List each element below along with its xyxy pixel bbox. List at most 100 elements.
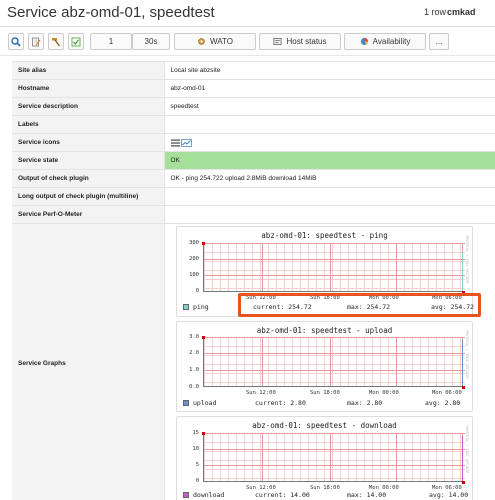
xtick-upload-mon06: Mon 06:00 — [432, 390, 462, 396]
xtick-upload-sun18: Sun 18:00 — [310, 390, 340, 396]
grid-line — [396, 433, 397, 481]
value-service-icons — [164, 133, 495, 152]
row-count: 1 row — [424, 7, 447, 17]
legend-swatch-upload — [183, 400, 189, 406]
graph-ping-title: abz-omd-01: speedtest - ping — [261, 231, 388, 240]
row-hostname: Hostname abz-omd-01 — [12, 79, 495, 98]
legend-max-download: max: 14.00 — [347, 491, 387, 499]
legend-current-download: current: 14.00 — [255, 491, 310, 499]
row-long-output: Long output of check plugin (multiline) — [12, 187, 495, 206]
ytick-download-0: 0 — [195, 478, 199, 484]
availability-button-label: Availability — [372, 37, 411, 46]
value-labels — [164, 115, 495, 134]
grid-line — [204, 465, 465, 466]
legend-avg-upload: avg: 2.80 — [425, 399, 461, 407]
ytick-ping-100: 100 — [189, 272, 199, 278]
edit-view-button[interactable] — [28, 33, 44, 50]
availability-icon — [360, 37, 368, 46]
host-status-button[interactable]: Host status — [259, 33, 341, 50]
refresh-count[interactable]: 1 — [90, 33, 132, 50]
graph-upload-side-text: PROTOCOL / TOBI OETIKER — [465, 330, 469, 379]
commands-button[interactable] — [48, 33, 64, 50]
host-status-button-label: Host status — [286, 37, 327, 46]
graph-download-plot — [203, 433, 465, 482]
xtick-upload-mon00: Mon 00:00 — [369, 390, 399, 396]
value-site-alias: Local site abzsite — [164, 61, 495, 80]
label-hostname: Hostname — [12, 79, 165, 98]
graph-download-marker — [202, 432, 205, 435]
label-site-alias: Site alias — [12, 61, 165, 80]
value-check-output: OK - ping 254.722 upload 2.8MiB download… — [164, 169, 495, 188]
ytick-download-5: 5 — [195, 462, 199, 468]
page-title: Service abz-omd-01, speedtest — [7, 4, 215, 21]
checkbox-toggle-button[interactable] — [68, 33, 84, 50]
row-check-output: Output of check plugin OK - ping 254.722… — [12, 169, 495, 188]
graph-icon[interactable] — [181, 138, 193, 147]
highlight-box — [238, 293, 481, 317]
ytick-upload-2: 2.0 — [189, 350, 199, 356]
search-icon — [11, 36, 21, 47]
value-service-description[interactable]: speedtest — [164, 97, 495, 116]
label-service-graphs: Service Graphs — [12, 223, 165, 500]
row-service-state: Service state OK — [12, 151, 495, 170]
grid-line — [204, 243, 465, 244]
availability-button[interactable]: Availability — [344, 33, 426, 50]
grid-line — [396, 243, 397, 291]
grid-line — [204, 433, 465, 434]
grid-line — [396, 337, 397, 386]
ytick-download-15: 15 — [192, 430, 199, 436]
label-perf-o-meter: Service Perf-O-Meter — [12, 205, 165, 224]
grid-line — [330, 433, 331, 481]
host-status-icon — [274, 37, 282, 46]
grid-line — [262, 433, 263, 481]
legend-max-upload: max: 2.80 — [347, 399, 383, 407]
value-long-output — [164, 187, 495, 206]
graph-download-side-text: PROTOCOL / TOBI OETIKER — [465, 425, 469, 474]
ytick-upload-3: 3.0 — [189, 334, 199, 340]
legend-swatch-download — [183, 492, 189, 498]
graph-ping-side-text: PROTOCOL / TOBI OETIKER — [465, 235, 469, 284]
value-hostname[interactable]: abz-omd-01 — [164, 79, 495, 98]
user-menu[interactable]: cmkad — [447, 7, 476, 17]
grid-line — [204, 449, 465, 450]
ytick-upload-1: 1.0 — [189, 367, 199, 373]
grid-line — [262, 243, 263, 291]
upload-series-line — [462, 340, 463, 386]
grid-line — [204, 275, 465, 276]
value-perf-o-meter — [164, 205, 495, 224]
row-service-icons: Service icons — [12, 133, 495, 152]
checkbox-icon — [71, 37, 81, 46]
row-perf-o-meter: Service Perf-O-Meter — [12, 205, 495, 224]
graph-download-title: abz-omd-01: speedtest - download — [252, 421, 397, 430]
label-service-state: Service state — [12, 151, 165, 170]
graph-download-marker — [462, 481, 465, 484]
grid-line — [330, 337, 331, 386]
legend-name-upload: upload — [193, 399, 217, 407]
graph-ping-plot — [203, 243, 465, 292]
hammer-icon — [52, 37, 61, 46]
grid-line — [204, 370, 465, 371]
graph-upload[interactable]: abz-omd-01: speedtest - upload PROTOCOL … — [176, 321, 473, 412]
legend-name-ping: ping — [193, 303, 209, 311]
menu-icon[interactable] — [170, 139, 180, 147]
label-long-output: Long output of check plugin (multiline) — [12, 187, 165, 206]
row-service-description: Service description speedtest — [12, 97, 495, 116]
row-site-alias: Site alias Local site abzsite — [12, 61, 495, 80]
grid-line — [204, 259, 465, 260]
title-bar: Service abz-omd-01, speedtest 1 row cmka… — [0, 0, 495, 26]
xtick-upload-sun12: Sun 12:00 — [246, 390, 276, 396]
refresh-interval[interactable]: 30s — [132, 33, 170, 50]
more-button[interactable]: ... — [429, 33, 449, 50]
graph-download[interactable]: abz-omd-01: speedtest - download PROTOCO… — [176, 416, 473, 500]
graph-upload-plot — [203, 337, 465, 387]
search-button[interactable] — [8, 33, 24, 50]
graph-upload-marker — [202, 336, 205, 339]
legend-current-upload: current: 2.80 — [255, 399, 306, 407]
label-check-output: Output of check plugin — [12, 169, 165, 188]
xtick-download-sun18: Sun 18:00 — [310, 485, 340, 491]
graph-ping-marker — [202, 242, 205, 245]
edit-icon — [32, 37, 41, 46]
wato-button[interactable]: WATO — [174, 33, 256, 50]
state-badge: OK — [164, 151, 495, 170]
header-divider — [0, 26, 495, 27]
